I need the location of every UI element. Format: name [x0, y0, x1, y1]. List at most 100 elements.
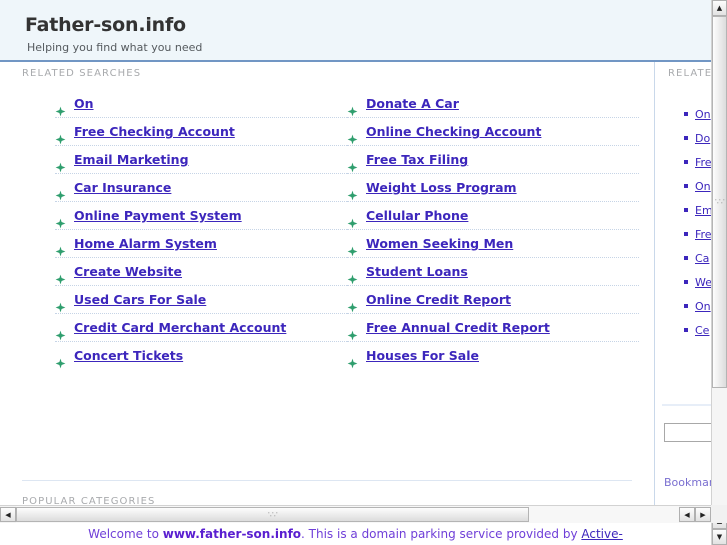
- sidebar-divider: [662, 404, 711, 406]
- related-search-item[interactable]: Create Website: [55, 258, 347, 286]
- related-search-link[interactable]: Online Checking Account: [366, 118, 541, 145]
- green-star-icon: [347, 350, 358, 369]
- sidebar-link-item[interactable]: Em: [684, 198, 711, 222]
- square-bullet-icon: [684, 136, 688, 140]
- related-search-link[interactable]: Concert Tickets: [74, 342, 183, 369]
- green-star-icon: [347, 126, 358, 145]
- related-search-item[interactable]: Car Insurance: [55, 174, 347, 202]
- sidebar-link[interactable]: Ce: [695, 324, 709, 337]
- related-search-item[interactable]: On: [55, 90, 347, 118]
- related-search-item[interactable]: Student Loans: [347, 258, 639, 286]
- related-search-item[interactable]: Used Cars For Sale: [55, 286, 347, 314]
- square-bullet-icon: [684, 256, 688, 260]
- green-star-icon: [347, 322, 358, 341]
- green-star-icon: [55, 238, 66, 257]
- related-search-link[interactable]: On: [74, 90, 94, 117]
- green-star-icon: [347, 266, 358, 285]
- grip-icon: [714, 199, 724, 204]
- related-search-link[interactable]: Car Insurance: [74, 174, 171, 201]
- related-search-link[interactable]: Weight Loss Program: [366, 174, 517, 201]
- related-search-item[interactable]: Weight Loss Program: [347, 174, 639, 202]
- related-search-link[interactable]: Student Loans: [366, 258, 468, 285]
- scroll-up-button[interactable]: ▲: [712, 0, 727, 16]
- sidebar-link[interactable]: Fre: [695, 156, 711, 169]
- green-star-icon: [347, 182, 358, 201]
- green-star-icon: [55, 98, 66, 117]
- sidebar-link[interactable]: Fre: [695, 228, 711, 241]
- scroll-down-button-2[interactable]: ▼: [712, 529, 727, 545]
- related-search-link[interactable]: Credit Card Merchant Account: [74, 314, 286, 341]
- grip-icon-h: [267, 511, 277, 516]
- search-input[interactable]: [664, 423, 711, 442]
- related-search-link[interactable]: Email Marketing: [74, 146, 189, 173]
- footer-middle: . This is a domain parking service provi…: [301, 527, 582, 541]
- related-search-link[interactable]: Create Website: [74, 258, 182, 285]
- related-search-link[interactable]: Cellular Phone: [366, 202, 468, 229]
- vertical-scrollbar[interactable]: ▲ ▲ ▼: [711, 0, 727, 545]
- footer-provider-link[interactable]: Active-: [581, 527, 622, 541]
- horizontal-scrollbar-thumb[interactable]: [16, 507, 529, 522]
- related-search-link[interactable]: Home Alarm System: [74, 230, 217, 257]
- related-search-item[interactable]: Donate A Car: [347, 90, 639, 118]
- related-search-item[interactable]: Online Payment System: [55, 202, 347, 230]
- related-search-item[interactable]: Credit Card Merchant Account: [55, 314, 347, 342]
- related-search-link[interactable]: Online Credit Report: [366, 286, 511, 313]
- related-search-link[interactable]: Women Seeking Men: [366, 230, 513, 257]
- related-search-item[interactable]: Cellular Phone: [347, 202, 639, 230]
- related-search-link[interactable]: Used Cars For Sale: [74, 286, 206, 313]
- square-bullet-icon: [684, 184, 688, 188]
- sidebar-link-item[interactable]: Do: [684, 126, 711, 150]
- scroll-left-arrow-icon: ◀: [5, 510, 11, 519]
- sidebar-link-item[interactable]: Ca: [684, 246, 711, 270]
- square-bullet-icon: [684, 304, 688, 308]
- vertical-scrollbar-thumb[interactable]: [712, 16, 727, 388]
- related-search-item[interactable]: Free Tax Filing: [347, 146, 639, 174]
- sidebar-link[interactable]: On: [695, 180, 711, 193]
- sidebar-link-item[interactable]: Fre: [684, 150, 711, 174]
- square-bullet-icon: [684, 280, 688, 284]
- scroll-left-button-2[interactable]: ◀: [679, 507, 695, 522]
- related-searches-grid: On Free Checking Account Email Marketing Ca…: [55, 90, 640, 369]
- related-search-item[interactable]: Email Marketing: [55, 146, 347, 174]
- related-search-item[interactable]: Houses For Sale: [347, 342, 639, 369]
- sidebar-link-item[interactable]: Ce: [684, 318, 711, 342]
- sidebar-link-item[interactable]: On: [684, 294, 711, 318]
- related-search-link[interactable]: Free Tax Filing: [366, 146, 468, 173]
- related-search-item[interactable]: Online Credit Report: [347, 286, 639, 314]
- vertical-scrollbar-track[interactable]: [712, 16, 727, 513]
- related-search-link[interactable]: Donate A Car: [366, 90, 459, 117]
- browser-window: Father-son.info Helping you find what yo…: [0, 0, 727, 545]
- related-search-item[interactable]: Home Alarm System: [55, 230, 347, 258]
- page-body: RELATED SEARCHES On Free Checking Account…: [0, 62, 711, 505]
- related-search-item[interactable]: Online Checking Account: [347, 118, 639, 146]
- related-search-item[interactable]: Concert Tickets: [55, 342, 347, 369]
- sidebar-link[interactable]: On: [695, 108, 711, 121]
- sidebar-link-item[interactable]: On: [684, 174, 711, 198]
- page-title: Father-son.info: [25, 14, 186, 36]
- green-star-icon: [347, 154, 358, 173]
- square-bullet-icon: [684, 208, 688, 212]
- sidebar-link-item[interactable]: Fre: [684, 222, 711, 246]
- sidebar-link-item[interactable]: We: [684, 270, 711, 294]
- related-search-item[interactable]: Free Annual Credit Report: [347, 314, 639, 342]
- page-viewport: Father-son.info Helping you find what yo…: [0, 0, 711, 505]
- sidebar-link[interactable]: Ca: [695, 252, 709, 265]
- sidebar-link[interactable]: Do: [695, 132, 710, 145]
- scroll-left-button[interactable]: ◀: [0, 507, 16, 522]
- related-search-link[interactable]: Houses For Sale: [366, 342, 479, 369]
- related-sidebar: RELATED On Do Fre On Em Fre Ca We On Ce Bookmark: [656, 62, 711, 505]
- related-search-link[interactable]: Online Payment System: [74, 202, 242, 229]
- related-search-item[interactable]: Free Checking Account: [55, 118, 347, 146]
- green-star-icon: [55, 210, 66, 229]
- horizontal-scrollbar[interactable]: ◀ ◀ ▶: [0, 505, 711, 523]
- sidebar-link[interactable]: We: [695, 276, 711, 289]
- related-search-link[interactable]: Free Annual Credit Report: [366, 314, 550, 341]
- bookmark-link[interactable]: Bookmark: [664, 476, 711, 489]
- scroll-right-button[interactable]: ▶: [695, 507, 711, 522]
- related-search-link[interactable]: Free Checking Account: [74, 118, 235, 145]
- sidebar-link[interactable]: Em: [695, 204, 711, 217]
- green-star-icon: [55, 294, 66, 313]
- sidebar-link-item[interactable]: On: [684, 102, 711, 126]
- related-search-item[interactable]: Women Seeking Men: [347, 230, 639, 258]
- sidebar-link[interactable]: On: [695, 300, 711, 313]
